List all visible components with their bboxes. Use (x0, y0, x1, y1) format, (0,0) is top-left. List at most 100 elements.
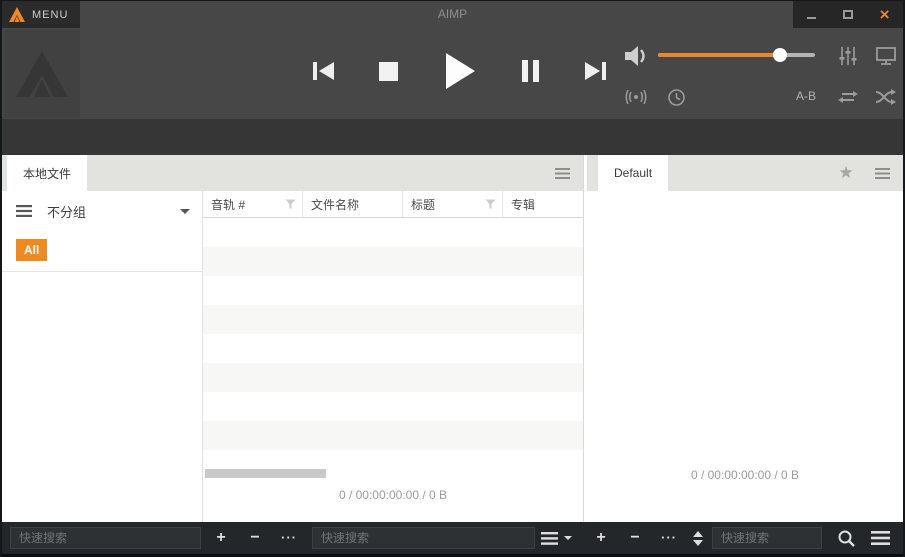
table-row (203, 334, 583, 363)
equalizer-button[interactable] (835, 43, 861, 69)
previous-track-button[interactable] (308, 58, 338, 84)
sleep-timer-button[interactable] (663, 84, 689, 110)
group-search-input[interactable] (10, 527, 201, 549)
group-more-button[interactable]: ··· (277, 526, 301, 550)
title-bar: MENU AIMP × (2, 1, 903, 28)
library-status: 0 / 00:00:00:00 / 0 B (203, 488, 583, 502)
column-header-track[interactable]: 音轨 # (203, 191, 303, 217)
star-icon: ★ (838, 163, 853, 183)
table-row (203, 421, 583, 450)
grouping-pane: 不分组 All (2, 191, 203, 522)
tab-playlist-default-label: Default (614, 166, 652, 180)
monitor-icon (876, 47, 896, 65)
shuffle-button[interactable] (873, 84, 899, 110)
library-search-input[interactable] (312, 527, 535, 549)
tab-local-files-label: 本地文件 (23, 165, 71, 182)
window-controls: × (793, 1, 903, 28)
hamburger-menu-icon (541, 532, 558, 545)
group-list: All (2, 231, 202, 272)
album-art-logo-icon (16, 51, 68, 97)
close-button[interactable]: × (872, 1, 898, 28)
hamburger-menu-icon (875, 168, 890, 179)
table-row (203, 218, 583, 247)
horizontal-scrollbar[interactable] (203, 469, 583, 479)
next-track-button[interactable] (580, 58, 610, 84)
filter-funnel-icon[interactable] (485, 199, 496, 209)
column-header-filename[interactable]: 文件名称 (303, 191, 403, 217)
hamburger-menu-icon (555, 168, 570, 179)
table-header-row: 音轨 # 文件名称 标题 (203, 191, 583, 218)
waveform-strip[interactable] (2, 119, 903, 155)
maximize-button[interactable] (835, 1, 861, 28)
repeat-button[interactable] (835, 84, 861, 110)
play-icon (446, 53, 475, 89)
tab-local-files[interactable]: 本地文件 (7, 155, 87, 191)
playlist-section: Default ★ 0 / 00:00:00:00 / 0 B (587, 155, 903, 522)
minimize-button[interactable] (798, 1, 824, 28)
playlist-status: 0 / 00:00:00:00 / 0 B (587, 468, 903, 482)
library-menu-button[interactable] (547, 155, 577, 191)
repeat-icon (838, 90, 858, 104)
search-icon (838, 530, 855, 547)
window-title: AIMP (2, 1, 903, 28)
library-table: 音轨 # 文件名称 标题 (203, 191, 583, 522)
group-remove-button[interactable]: − (243, 526, 267, 550)
player-deck: A-B (2, 28, 903, 119)
sort-up-icon (693, 531, 703, 537)
playlist-options-button[interactable] (868, 526, 892, 550)
table-row (203, 363, 583, 392)
clock-icon (668, 89, 685, 106)
hamburger-menu-icon (871, 531, 890, 545)
tab-playlist-default[interactable]: Default (598, 155, 668, 191)
playlist-remove-button[interactable]: − (623, 526, 647, 550)
volume-slider-thumb[interactable] (773, 48, 787, 62)
playlist-add-button[interactable]: + (589, 526, 613, 550)
playlist-sort-button[interactable] (693, 531, 703, 546)
table-row (203, 276, 583, 305)
horizontal-scrollbar-thumb[interactable] (205, 469, 326, 478)
radio-capture-button[interactable] (623, 84, 649, 110)
aimp-window: MENU AIMP × (0, 0, 905, 557)
pause-button[interactable] (516, 58, 544, 84)
playlist-body[interactable]: 0 / 00:00:00:00 / 0 B (587, 191, 903, 522)
album-art (4, 30, 80, 118)
main-area: 本地文件 不分组 (2, 155, 903, 522)
equalizer-icon (839, 47, 857, 65)
grouping-selected-label: 不分组 (47, 202, 180, 221)
filter-funnel-icon[interactable] (285, 199, 296, 209)
mute-button[interactable] (623, 43, 649, 69)
maximize-icon (843, 10, 853, 19)
playlist-search-input[interactable] (712, 527, 822, 549)
next-track-icon (585, 62, 606, 80)
playlist-more-button[interactable]: ··· (657, 526, 681, 550)
broadcast-icon (625, 90, 647, 104)
group-add-button[interactable]: + (209, 526, 233, 550)
stop-button[interactable] (374, 58, 402, 84)
bottom-toolbar: + − ··· + − ··· (2, 522, 903, 554)
library-tabstrip: 本地文件 (2, 155, 583, 191)
play-button[interactable] (440, 50, 480, 92)
chevron-down-icon (180, 209, 190, 214)
column-header-title[interactable]: 标题 (403, 191, 503, 217)
library-view-menu-button[interactable] (541, 532, 572, 545)
volume-slider[interactable] (658, 53, 815, 57)
playlist-bookmark-button[interactable]: ★ (831, 155, 861, 191)
playlist-find-button[interactable] (834, 526, 858, 550)
table-row (203, 392, 583, 421)
shuffle-icon (876, 89, 896, 105)
grouping-menu-icon (16, 205, 32, 217)
visualization-display-button[interactable] (873, 43, 899, 69)
playlist-menu-button[interactable] (867, 155, 897, 191)
column-header-album[interactable]: 专辑 (503, 191, 583, 217)
minimize-icon (807, 17, 816, 19)
grouping-selector[interactable]: 不分组 (2, 191, 202, 231)
table-row (203, 247, 583, 276)
table-row (203, 305, 583, 334)
stop-icon (379, 62, 398, 81)
group-item-all[interactable]: All (16, 239, 47, 261)
ab-repeat-button[interactable]: A-B (796, 89, 816, 103)
close-icon: × (880, 6, 890, 23)
table-body[interactable] (203, 218, 583, 451)
library-section: 本地文件 不分组 (2, 155, 584, 522)
chevron-down-icon (564, 536, 572, 540)
